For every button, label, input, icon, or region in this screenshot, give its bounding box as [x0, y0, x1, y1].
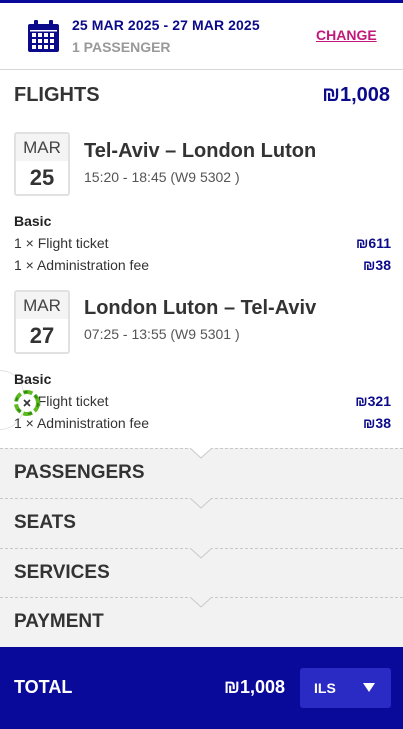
flights-total: ₪1,008 — [322, 84, 390, 106]
price-line-amount: ₪321 — [355, 393, 391, 409]
passenger-count: 1 PASSENGER — [72, 39, 171, 55]
stage-payment[interactable]: PAYMENT — [0, 597, 403, 647]
flight-times: 07:25 - 13:55 (W9 5301 ) — [84, 326, 240, 342]
stage-label: PASSENGERS — [14, 462, 145, 483]
price-line: 1 × Flight ticket ₪611 — [14, 235, 391, 251]
currency-select[interactable]: ILS — [300, 668, 391, 708]
stage-label: SERVICES — [14, 562, 110, 583]
flights-heading: FLIGHTS — [14, 84, 100, 106]
fare-type: Basic — [14, 213, 52, 229]
travel-dates: 25 MAR 2025 - 27 MAR 2025 — [72, 17, 260, 33]
price-line: 1 × Flight ticket ₪321 — [14, 393, 391, 409]
flight-date-box: MAR 25 — [14, 132, 70, 196]
price-line-label: 1 × Administration fee — [14, 257, 150, 273]
flight-date-box: MAR 27 — [14, 290, 70, 354]
total-amount: ₪1,008 — [224, 677, 285, 697]
stage-seats[interactable]: SEATS — [0, 498, 403, 548]
flight-times: 15:20 - 18:45 (W9 5302 ) — [84, 169, 240, 185]
fare-type: Basic — [14, 371, 52, 387]
date-month: MAR — [16, 134, 68, 161]
calendar-icon — [28, 20, 59, 52]
stage-notch — [190, 597, 212, 608]
price-line-label: 1 × Flight ticket — [14, 235, 109, 251]
date-day: 25 — [29, 165, 55, 190]
caret-down-icon — [363, 683, 375, 692]
stage-label: PAYMENT — [14, 611, 104, 632]
price-line-amount: ₪38 — [363, 415, 391, 431]
close-icon[interactable] — [14, 390, 40, 416]
stage-services[interactable]: SERVICES — [0, 548, 403, 598]
stage-notch — [190, 448, 212, 459]
total-label: TOTAL — [14, 677, 73, 697]
price-line-amount: ₪38 — [363, 257, 391, 273]
stage-label: SEATS — [14, 512, 76, 533]
price-line-amount: ₪611 — [356, 235, 391, 251]
price-line-label: 1 × Administration fee — [14, 415, 150, 431]
change-link[interactable]: CHANGE — [316, 27, 377, 43]
flight-route: Tel-Aviv – London Luton — [84, 140, 317, 162]
price-line: 1 × Administration fee ₪38 — [14, 257, 391, 273]
price-line: 1 × Administration fee ₪38 — [14, 415, 391, 431]
flight-route: London Luton – Tel-Aviv — [84, 297, 317, 319]
date-month: MAR — [16, 292, 68, 319]
total-footer: TOTAL ₪1,008 ILS — [0, 647, 403, 729]
booking-summary-bar: 25 MAR 2025 - 27 MAR 2025 1 PASSENGER CH… — [0, 0, 403, 70]
currency-code: ILS — [314, 680, 336, 696]
stage-notch — [190, 548, 212, 559]
date-day: 27 — [29, 323, 55, 348]
stage-passengers[interactable]: PASSENGERS — [0, 448, 403, 498]
stage-notch — [190, 498, 212, 509]
